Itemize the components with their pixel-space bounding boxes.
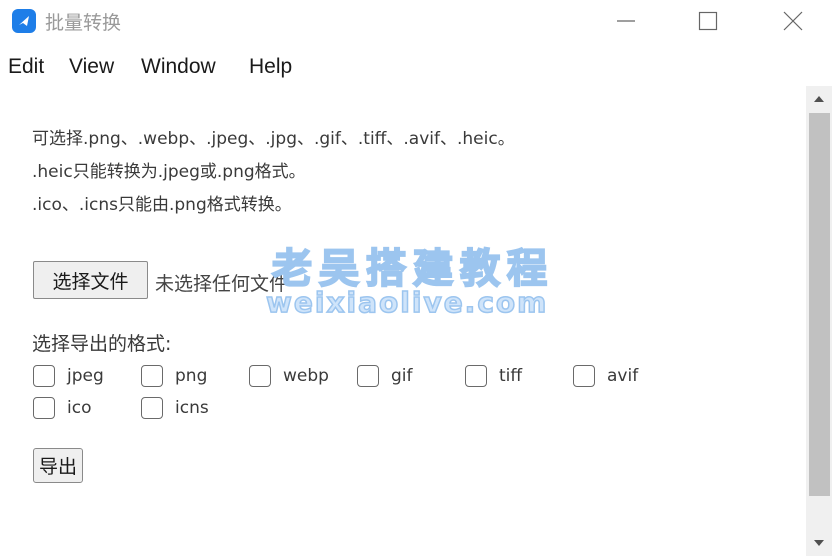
menu-help[interactable]: Help [249,55,292,79]
maximize-button[interactable] [679,0,737,42]
checkbox-gif[interactable] [357,365,379,387]
scroll-up-button[interactable] [806,86,832,112]
checkbox-webp[interactable] [249,365,271,387]
minimize-button[interactable] [597,0,655,42]
menu-window[interactable]: Window [141,55,216,79]
menu-bar: Edit View Window Help [0,48,832,86]
format-label-png: png [175,366,208,386]
format-section-label: 选择导出的格式: [32,333,172,355]
checkbox-icns[interactable] [141,397,163,419]
menu-view[interactable]: View [69,55,114,79]
format-label-webp: webp [283,366,329,386]
format-option-webp[interactable]: webp [249,363,329,389]
format-option-png[interactable]: png [141,363,207,389]
scroll-thumb[interactable] [809,113,830,496]
app-logo-icon [12,9,36,33]
info-line-heic: .heic只能转换为.jpeg或.png格式。 [32,162,306,182]
info-line-ico: .ico、.icns只能由.png格式转换。 [32,195,292,215]
scroll-down-button[interactable] [806,530,832,556]
choose-file-button[interactable]: 选择文件 [33,261,148,299]
export-button[interactable]: 导出 [33,448,83,483]
format-label-avif: avif [607,366,639,386]
title-bar: 批量转换 [0,0,832,42]
format-option-ico[interactable]: ico [33,395,91,421]
window-title: 批量转换 [45,12,122,34]
maximize-icon [698,11,718,31]
format-label-icns: icns [175,398,209,418]
close-button[interactable] [764,0,822,42]
vertical-scrollbar[interactable] [806,86,832,556]
minimize-icon [617,20,635,22]
info-line-formats: 可选择.png、.webp、.jpeg、.jpg、.gif、.tiff、.avi… [32,129,515,149]
format-option-icns[interactable]: icns [141,395,209,421]
format-label-gif: gif [391,366,413,386]
format-option-jpeg[interactable]: jpeg [33,363,104,389]
format-option-tiff[interactable]: tiff [465,363,522,389]
format-option-gif[interactable]: gif [357,363,413,389]
triangle-down-icon [814,540,824,546]
checkbox-png[interactable] [141,365,163,387]
main-content: 可选择.png、.webp、.jpeg、.jpg、.gif、.tiff、.avi… [0,86,806,556]
format-label-tiff: tiff [499,366,523,386]
checkbox-jpeg[interactable] [33,365,55,387]
checkbox-ico[interactable] [33,397,55,419]
format-label-jpeg: jpeg [67,366,104,386]
file-status-text: 未选择任何文件 [155,273,289,295]
checkbox-avif[interactable] [573,365,595,387]
menu-edit[interactable]: Edit [8,55,44,79]
checkbox-tiff[interactable] [465,365,487,387]
triangle-up-icon [814,96,824,102]
close-icon [783,11,803,31]
format-option-avif[interactable]: avif [573,363,638,389]
format-label-ico: ico [67,398,92,418]
